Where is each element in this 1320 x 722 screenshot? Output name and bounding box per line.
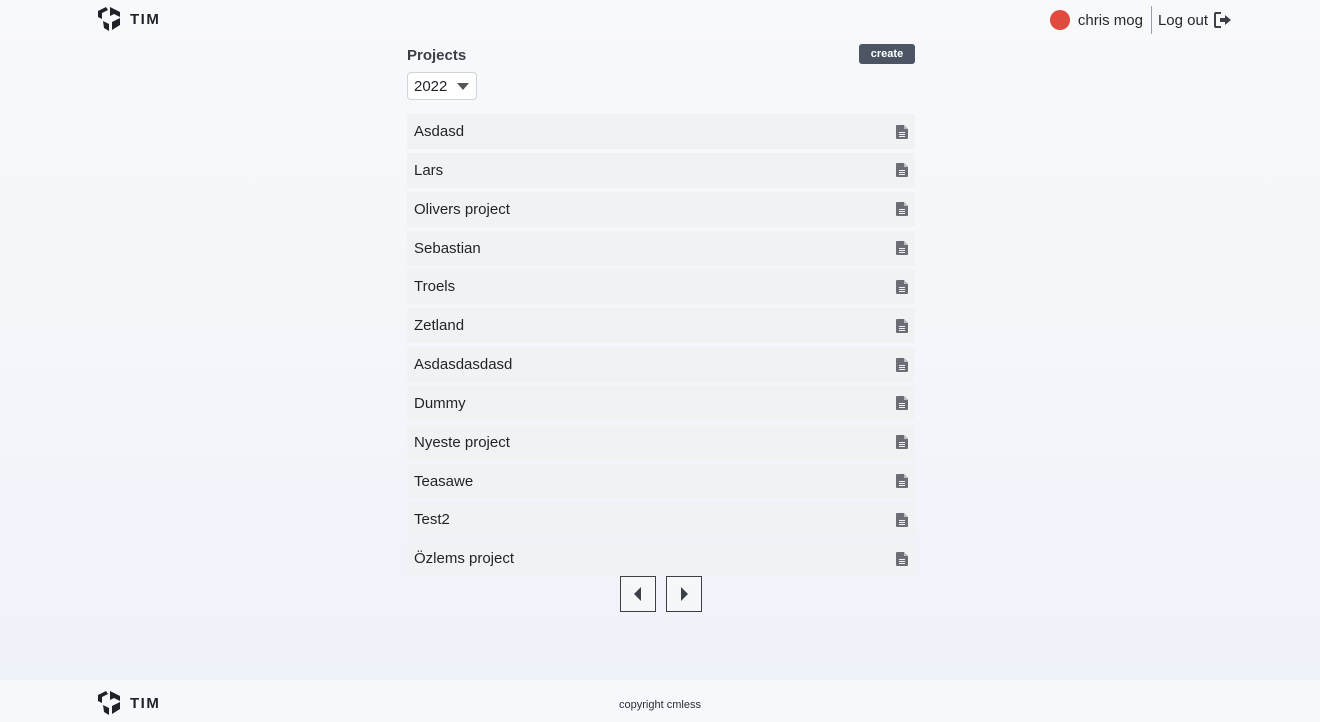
copyright-text: copyright cmless [619, 699, 701, 711]
year-select-value: 2022 [414, 77, 448, 95]
project-row[interactable]: Lars [407, 152, 915, 188]
logout-label: Log out [1157, 11, 1208, 29]
project-row[interactable]: Asdasd [407, 114, 915, 149]
brand-logo[interactable]: TIM [96, 5, 160, 33]
page-title: Projects [407, 47, 467, 64]
document-icon[interactable] [896, 435, 908, 450]
document-icon[interactable] [896, 279, 908, 294]
project-row[interactable]: Troels [407, 269, 915, 305]
project-name: Asdasd [414, 123, 465, 140]
top-bar: TIM chris mog Log out [0, 0, 1320, 40]
project-list: Asdasd Lars Olivers project Sebastian Tr… [407, 114, 915, 580]
avatar[interactable] [1049, 10, 1070, 30]
user-menu: chris mog Log out [1049, 6, 1232, 34]
projects-header: Projects create [407, 44, 915, 70]
project-name: Lars [414, 161, 444, 179]
project-name: Zetland [414, 317, 465, 335]
project-row[interactable]: Sebastian [407, 230, 915, 266]
document-icon[interactable] [896, 474, 908, 489]
brand-name: TIM [130, 10, 161, 28]
logout-icon [1214, 12, 1231, 28]
document-icon[interactable] [896, 124, 908, 139]
create-project-button[interactable]: create [859, 44, 915, 64]
project-name: Test2 [414, 511, 450, 529]
document-icon[interactable] [896, 163, 908, 178]
project-row[interactable]: Zetland [407, 308, 915, 344]
project-row[interactable]: Olivers project [407, 191, 915, 227]
project-row[interactable]: Dummy [407, 385, 915, 421]
caret-right-icon [681, 587, 688, 601]
document-icon[interactable] [896, 318, 908, 333]
next-page-button[interactable] [666, 576, 702, 612]
project-name: Özlems project [414, 550, 515, 568]
project-row[interactable]: Test2 [407, 502, 915, 538]
project-name: Sebastian [414, 239, 481, 257]
project-row[interactable]: Teasawe [407, 463, 915, 499]
document-icon[interactable] [896, 241, 908, 256]
document-icon[interactable] [896, 551, 908, 566]
project-row[interactable]: Özlems project [407, 541, 915, 577]
project-name: Dummy [414, 394, 466, 412]
user-name: chris mog [1077, 11, 1143, 29]
document-icon[interactable] [896, 202, 908, 217]
caret-left-icon [634, 587, 641, 601]
document-icon[interactable] [896, 396, 908, 411]
projects-panel: Projects create 2022 Asdasd Lars Olivers… [407, 44, 915, 612]
project-name: Nyeste project [414, 433, 510, 451]
document-icon[interactable] [896, 512, 908, 527]
project-name: Asdasdasdasd [414, 356, 513, 374]
header-divider [1150, 6, 1152, 34]
project-name: Olivers project [414, 200, 510, 218]
cube-logo-icon [98, 7, 120, 31]
logout-button[interactable]: Log out [1158, 12, 1232, 29]
project-name: Troels [414, 278, 456, 296]
project-row[interactable]: Asdasdasdasd [407, 347, 915, 383]
caret-down-icon [457, 82, 470, 90]
document-icon[interactable] [896, 357, 908, 372]
project-name: Teasawe [414, 472, 474, 490]
year-select[interactable]: 2022 [407, 72, 477, 100]
footer: TIM copyright cmless [0, 680, 1320, 722]
project-row[interactable]: Nyeste project [407, 424, 915, 460]
prev-page-button[interactable] [620, 576, 656, 612]
pagination [620, 576, 702, 612]
